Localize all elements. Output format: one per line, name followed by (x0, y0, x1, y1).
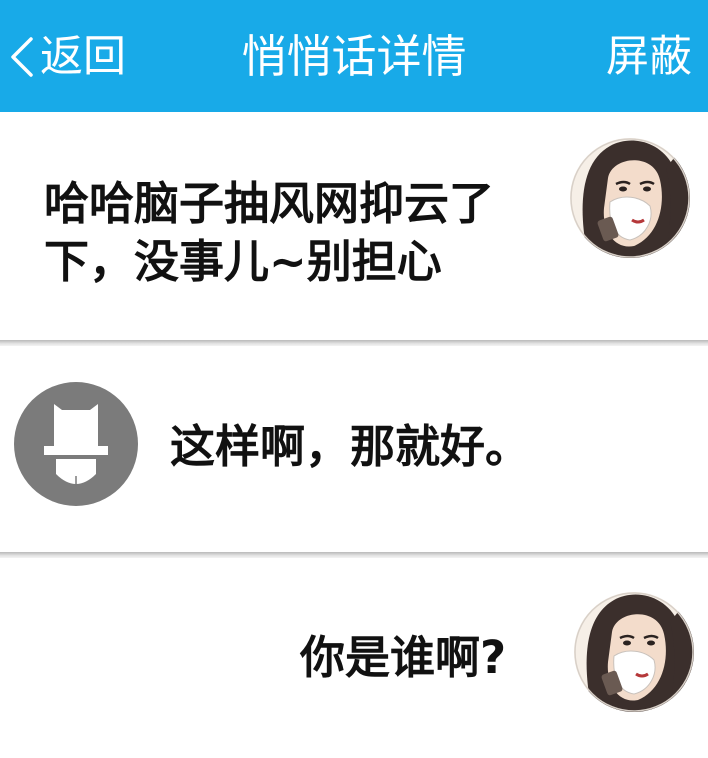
back-button[interactable]: 返回 (4, 28, 126, 86)
top-nav-bar: 返回 悄悄话详情 屏蔽 (0, 0, 708, 112)
message-text: 哈哈脑子抽风网抑云了下，没事儿~别担心 (44, 177, 495, 288)
back-label: 返回 (40, 32, 126, 82)
message-row: 这样啊，那就好。 (0, 346, 708, 552)
message-row: 哈哈脑子抽风网抑云了下，没事儿~别担心 (0, 112, 708, 340)
message-text: 这样啊，那就好。 (170, 420, 531, 473)
block-button[interactable]: 屏蔽 (606, 28, 692, 86)
user-avatar[interactable] (574, 592, 694, 712)
message-row: 你是谁啊? (0, 558, 708, 758)
user-avatar[interactable] (570, 138, 690, 258)
chevron-left-icon (11, 37, 33, 77)
message-text: 你是谁啊? (300, 631, 507, 684)
anonymous-avatar[interactable] (14, 382, 138, 506)
